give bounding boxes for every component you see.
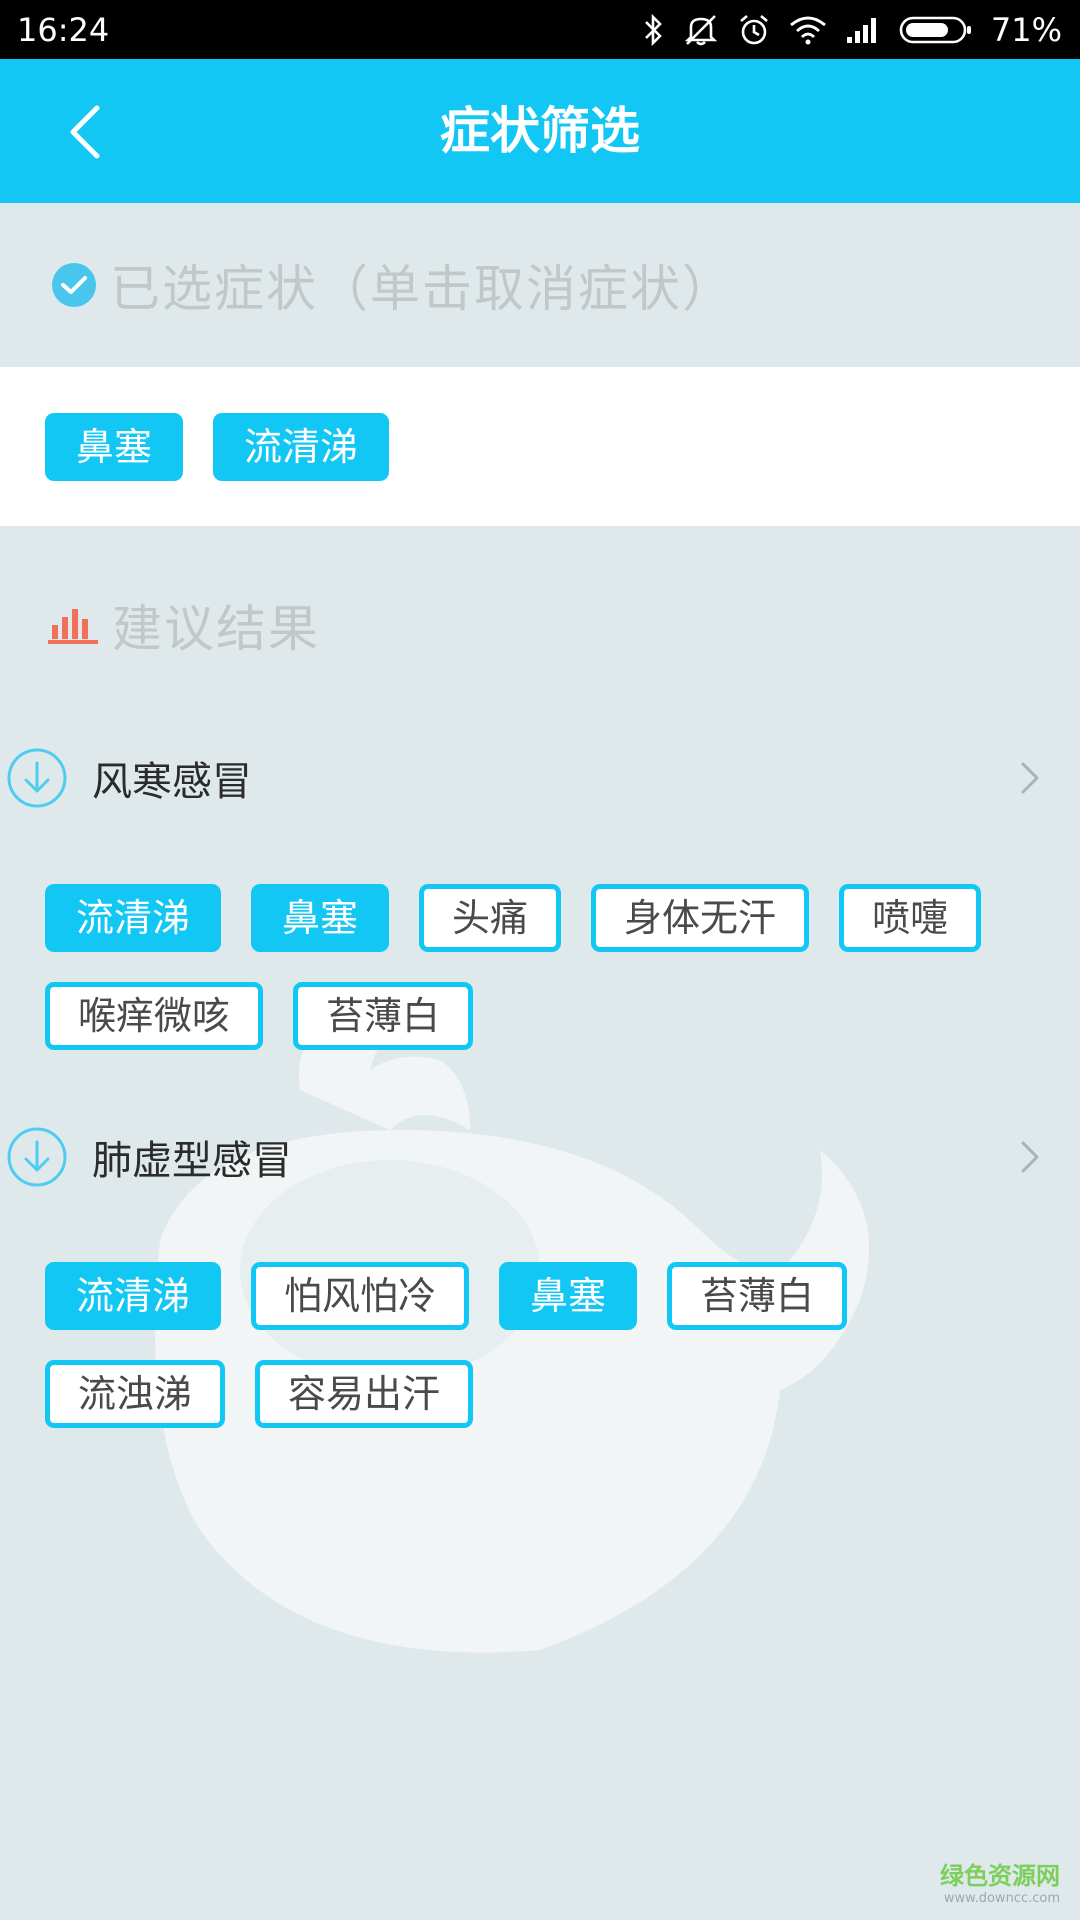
symptom-chip[interactable]: 鼻塞 xyxy=(251,884,390,952)
chevron-left-icon xyxy=(70,105,100,159)
page-title: 症状筛选 xyxy=(440,102,640,160)
signal-icon xyxy=(846,18,876,43)
chevron-right-icon xyxy=(1021,762,1039,794)
symptom-chip[interactable]: 苔薄白 xyxy=(667,1262,848,1330)
disease-name: 肺虚型感冒 xyxy=(92,1138,292,1184)
app-bar: 症状筛选 xyxy=(0,59,1080,203)
selected-chip[interactable]: 流清涕 xyxy=(213,413,390,481)
check-circle-icon xyxy=(52,263,96,307)
bar-chart-icon xyxy=(48,609,98,644)
symptom-chip[interactable]: 喉痒微咳 xyxy=(45,982,264,1050)
mute-icon xyxy=(684,15,718,46)
symptom-chip[interactable]: 怕风怕冷 xyxy=(251,1262,470,1330)
wifi-icon xyxy=(789,16,826,45)
battery-icon xyxy=(899,16,971,44)
symptom-chip[interactable]: 流浊涕 xyxy=(45,1360,226,1428)
symptom-chip[interactable]: 身体无汗 xyxy=(591,884,810,952)
results-title: 建议结果 xyxy=(112,600,320,658)
symptom-chip[interactable]: 容易出汗 xyxy=(255,1360,474,1428)
symptom-chip[interactable]: 鼻塞 xyxy=(499,1262,638,1330)
selected-symptoms-panel: 鼻塞 流清涕 xyxy=(0,367,1080,526)
status-time: 16:24 xyxy=(17,11,110,49)
disease-name: 风寒感冒 xyxy=(92,759,252,805)
chevron-right-icon xyxy=(1021,1141,1039,1173)
disease-row[interactable]: 肺虚型感冒 xyxy=(0,1112,1080,1202)
arrow-down-circle-icon xyxy=(7,1127,67,1187)
selected-symptoms-title: 已选症状（单击取消症状） xyxy=(110,260,734,318)
symptom-chip[interactable]: 流清涕 xyxy=(45,884,222,952)
battery-percent: 71% xyxy=(990,11,1062,49)
symptom-chip[interactable]: 头痛 xyxy=(419,884,562,952)
disease-row[interactable]: 风寒感冒 xyxy=(0,733,1080,823)
selected-chip[interactable]: 鼻塞 xyxy=(45,413,184,481)
status-icons: 71% xyxy=(643,10,1062,50)
site-watermark: 绿色资源网 www.downcc.com xyxy=(940,1856,1060,1906)
symptom-chip[interactable]: 苔薄白 xyxy=(293,982,474,1050)
arrow-down-circle-icon xyxy=(7,748,67,808)
site-url: www.downcc.com xyxy=(943,1891,1060,1906)
selected-symptoms-header: 已选症状（单击取消症状） xyxy=(0,203,1080,367)
back-button[interactable] xyxy=(50,97,120,167)
symptom-chip[interactable]: 喷嚏 xyxy=(839,884,982,952)
alarm-icon xyxy=(740,15,768,45)
site-name: 绿色资源网 xyxy=(940,1862,1060,1890)
results-header: 建议结果 xyxy=(0,580,1080,670)
symptom-chip[interactable]: 流清涕 xyxy=(45,1262,222,1330)
disease-symptom-chips: 流清涕 鼻塞 头痛 身体无汗 喷嚏 喉痒微咳 苔薄白 xyxy=(45,884,1045,1050)
bluetooth-icon xyxy=(644,13,662,47)
disease-symptom-chips: 流清涕 怕风怕冷 鼻塞 苔薄白 流浊涕 容易出汗 xyxy=(45,1262,1045,1428)
status-bar: 16:24 71% xyxy=(0,0,1080,59)
